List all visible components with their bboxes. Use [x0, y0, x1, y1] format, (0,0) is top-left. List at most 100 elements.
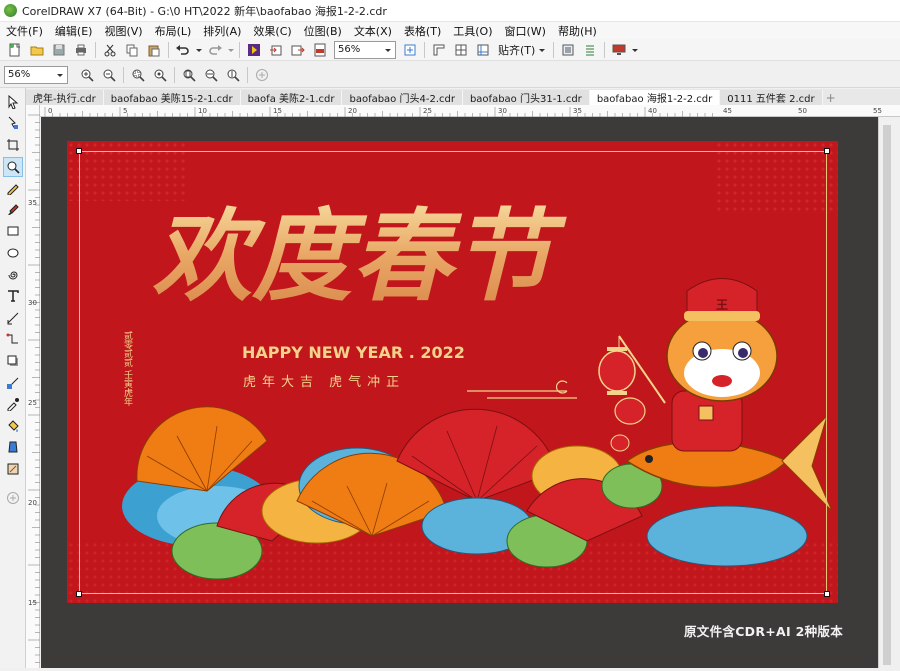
snap-to-button[interactable]: 贴齐(T) — [494, 40, 550, 60]
selection-handle[interactable] — [76, 591, 82, 597]
property-zoom-select[interactable]: 56% — [4, 65, 68, 84]
menu-view[interactable]: 视图(V) — [104, 23, 142, 39]
copy-button[interactable] — [121, 40, 143, 60]
zoom-to-all-objects-button[interactable] — [149, 65, 171, 85]
welcome-screen-button[interactable] — [608, 40, 630, 60]
spiral-tool[interactable] — [3, 265, 23, 285]
new-document-button[interactable] — [4, 40, 26, 60]
crop-tool[interactable] — [3, 135, 23, 155]
copy-icon — [126, 44, 138, 56]
zoom-to-page-height-button[interactable] — [222, 65, 244, 85]
welcome-dropdown[interactable] — [630, 40, 640, 60]
scrollbar-thumb[interactable] — [883, 125, 891, 665]
standard-toolbar: 56% 贴齐(T) — [0, 39, 900, 61]
zoom-in-button[interactable] — [76, 65, 98, 85]
connector-icon — [6, 333, 18, 344]
zoom-to-page-width-button[interactable] — [200, 65, 222, 85]
transparency-tool[interactable] — [3, 373, 23, 393]
freehand-tool[interactable] — [3, 178, 23, 198]
show-grid-button[interactable] — [450, 40, 472, 60]
new-tab-button[interactable]: + — [823, 91, 839, 105]
zoom-out-button[interactable] — [98, 65, 120, 85]
tab-document[interactable]: baofabao 门头4-2.cdr — [342, 90, 463, 105]
menu-edit[interactable]: 编辑(E) — [55, 23, 93, 39]
redo-dropdown[interactable] — [226, 40, 236, 60]
magnifier-icon — [7, 161, 20, 174]
menu-tools[interactable]: 工具(O) — [453, 23, 492, 39]
zoom-page-icon — [183, 69, 196, 82]
menu-bitmaps[interactable]: 位图(B) — [304, 23, 342, 39]
selection-handle[interactable] — [76, 148, 82, 154]
zoom-to-selected-button[interactable] — [127, 65, 149, 85]
ruler-label: 20 — [28, 499, 37, 507]
shape-tool[interactable] — [3, 113, 23, 133]
zoom-to-page-button[interactable] — [178, 65, 200, 85]
zoom-width-icon — [205, 69, 218, 82]
open-button[interactable] — [26, 40, 48, 60]
rectangle-tool[interactable] — [3, 221, 23, 241]
plus-circle-icon — [256, 68, 268, 81]
menu-file[interactable]: 文件(F) — [6, 23, 43, 39]
menu-window[interactable]: 窗口(W) — [505, 23, 546, 39]
undo-dropdown[interactable] — [194, 40, 204, 60]
add-toolbar-item-button[interactable] — [251, 65, 273, 85]
redo-button[interactable] — [204, 40, 226, 60]
zoom-tool[interactable] — [2, 156, 23, 177]
document-tabs: 虎年-执行.cdr baofabao 美陈15-2-1.cdr baofa 美陈… — [26, 89, 900, 105]
tab-document[interactable]: baofa 美陈2-1.cdr — [240, 90, 343, 105]
export-button[interactable] — [287, 40, 309, 60]
drop-shadow-tool[interactable] — [3, 351, 23, 371]
cut-button[interactable] — [99, 40, 121, 60]
artistic-media-tool[interactable] — [3, 200, 23, 220]
drawing-canvas[interactable]: 欢度春节 福 王 HAPPY NEW YEAR . 2022 虎年大吉 虎气冲正… — [41, 117, 878, 668]
grid-icon — [455, 44, 467, 55]
menu-table[interactable]: 表格(T) — [404, 23, 441, 39]
pick-tool[interactable] — [3, 92, 23, 112]
zoom-level-select[interactable]: 56% — [334, 40, 396, 59]
ruler-label: 15 — [273, 107, 282, 115]
full-screen-preview-button[interactable] — [399, 40, 421, 60]
paste-button[interactable] — [143, 40, 165, 60]
tab-document-active[interactable]: baofabao 海报1-2-2.cdr — [589, 90, 721, 105]
eyedropper-tool[interactable] — [3, 394, 23, 414]
connector-tool[interactable] — [3, 329, 23, 349]
menu-text[interactable]: 文本(X) — [354, 23, 392, 39]
smart-fill-tool[interactable] — [3, 437, 23, 457]
outline-pen-tool[interactable] — [3, 459, 23, 479]
interactive-fill-tool[interactable] — [3, 416, 23, 436]
undo-button[interactable] — [172, 40, 194, 60]
poster-artwork[interactable]: 欢度春节 福 王 HAPPY NEW YEAR . 2022 虎年大吉 虎气冲正… — [67, 141, 838, 603]
vertical-ruler[interactable]: 35 30 25 20 15 — [26, 105, 40, 671]
toolbox — [0, 88, 26, 668]
print-button[interactable] — [70, 40, 92, 60]
tab-document[interactable]: 0111 五件套 2.cdr — [720, 90, 823, 105]
tab-document[interactable]: 虎年-执行.cdr — [26, 90, 104, 105]
pdf-icon — [314, 43, 326, 56]
parallel-dimension-tool[interactable] — [3, 308, 23, 328]
selection-handle[interactable] — [824, 148, 830, 154]
horizontal-ruler-scale: 0 5 10 15 20 25 30 35 40 45 50 55 — [44, 107, 882, 117]
ellipse-tool[interactable] — [3, 243, 23, 263]
menu-arrange[interactable]: 排列(A) — [203, 23, 241, 39]
selection-handle[interactable] — [824, 591, 830, 597]
add-tool-button[interactable] — [3, 488, 23, 508]
search-content-button[interactable] — [243, 40, 265, 60]
menu-layout[interactable]: 布局(L) — [155, 23, 192, 39]
import-button[interactable] — [265, 40, 287, 60]
options-button[interactable] — [557, 40, 579, 60]
save-button[interactable] — [48, 40, 70, 60]
vertical-scrollbar[interactable] — [878, 117, 900, 668]
menu-help[interactable]: 帮助(H) — [558, 23, 597, 39]
toolbar-separator — [239, 41, 240, 58]
publish-pdf-button[interactable] — [309, 40, 331, 60]
show-rulers-button[interactable] — [428, 40, 450, 60]
window-title: CorelDRAW X7 (64-Bit) - G:\0 HT\2022 新年\… — [22, 4, 387, 18]
tab-document[interactable]: baofabao 美陈15-2-1.cdr — [103, 90, 241, 105]
application-launcher-button[interactable] — [579, 40, 601, 60]
text-tool[interactable] — [3, 286, 23, 306]
horizontal-ruler[interactable]: 0 5 10 15 20 25 30 35 40 45 50 55 — [40, 105, 900, 117]
show-guidelines-button[interactable] — [472, 40, 494, 60]
tab-document[interactable]: baofabao 门头31-1.cdr — [462, 90, 590, 105]
menu-effects[interactable]: 效果(C) — [253, 23, 291, 39]
toolbar-separator — [168, 41, 169, 58]
